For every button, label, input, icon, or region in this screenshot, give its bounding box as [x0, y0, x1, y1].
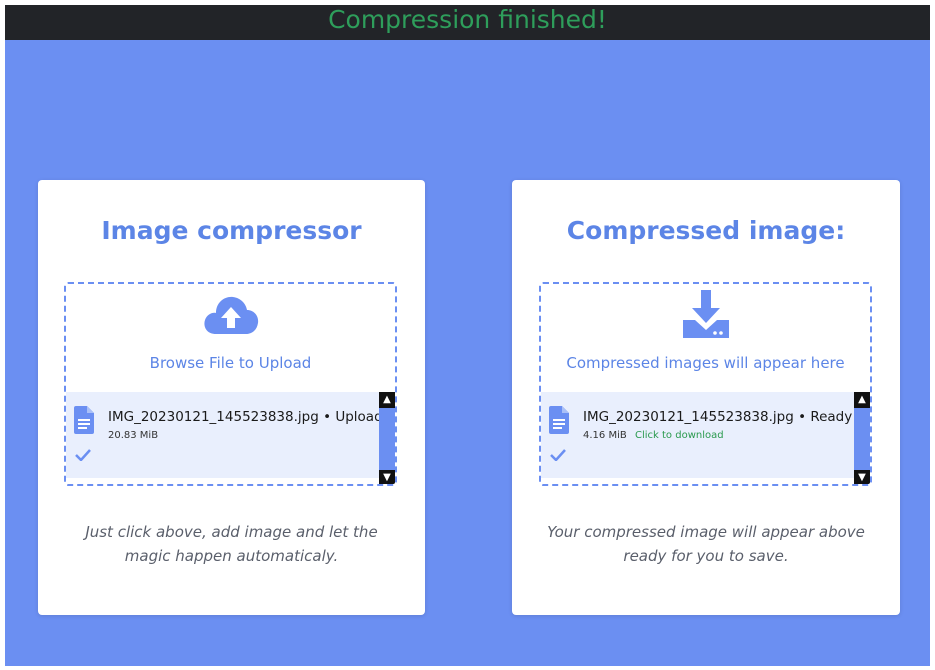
image-compressor-card: Image compressor Browse File to Upload I… [38, 180, 425, 615]
browse-file-label[interactable]: Browse File to Upload [66, 354, 395, 372]
file-name: IMG_20230121_145523838.jpg • Uploaded [108, 409, 397, 425]
compressed-file-item: IMG_20230121_145523838.jpg • Ready 4.16 … [541, 392, 857, 478]
check-icon [550, 446, 566, 465]
file-size: 20.83 MiB [108, 430, 159, 441]
chevron-down-icon[interactable]: ▼ [854, 470, 870, 484]
description-line: Just click above, add image and let the [85, 523, 378, 541]
file-list-scrollbar[interactable]: ▲ ▼ [379, 392, 395, 484]
document-icon [74, 406, 94, 438]
compressor-title: Image compressor [101, 216, 362, 245]
download-link[interactable]: Click to download [635, 430, 724, 441]
status-banner: Compression finished! [5, 5, 930, 40]
document-icon [549, 406, 569, 438]
description-line: magic happen automaticaly. [124, 547, 339, 565]
compressed-image-card: Compressed image: Compressed images will… [512, 180, 900, 615]
file-name: IMG_20230121_145523838.jpg • Ready [583, 409, 853, 425]
check-icon [75, 446, 91, 465]
upload-dropzone[interactable]: Browse File to Upload IMG_20230121_14552… [64, 282, 397, 486]
download-tray-icon [681, 290, 731, 346]
chevron-up-icon[interactable]: ▲ [379, 392, 395, 408]
description-line: ready for you to save. [623, 547, 789, 565]
chevron-down-icon[interactable]: ▼ [379, 470, 395, 484]
compressed-title: Compressed image: [566, 216, 846, 245]
description-line: Your compressed image will appear above [547, 523, 865, 541]
compressed-description: Your compressed image will appear above … [532, 520, 880, 568]
cloud-upload-icon [201, 290, 261, 344]
compressor-description: Just click above, add image and let the … [58, 520, 405, 568]
uploaded-file-item: IMG_20230121_145523838.jpg • Uploaded 20… [66, 392, 395, 478]
chevron-up-icon[interactable]: ▲ [854, 392, 870, 408]
compressed-output-zone: Compressed images will appear here IMG_2… [539, 282, 872, 486]
compressed-placeholder-label: Compressed images will appear here [566, 354, 845, 372]
file-size: 4.16 MiB [583, 430, 627, 441]
file-list-scrollbar[interactable]: ▲ ▼ [854, 392, 870, 484]
